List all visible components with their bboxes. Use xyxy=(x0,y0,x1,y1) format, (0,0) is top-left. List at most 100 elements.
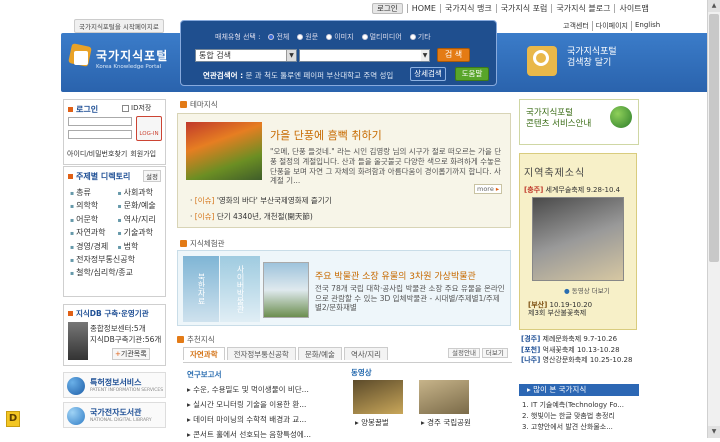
most-viewed-item[interactable]: 3. 고향안에서 발견 산화물소... xyxy=(522,422,624,433)
festival-item[interactable]: [나주] 영산강문화축제 10.25-10.28 xyxy=(521,355,632,366)
festival-image[interactable] xyxy=(532,197,624,281)
subjects-settings-button[interactable]: 설정 xyxy=(143,170,161,182)
password-field[interactable] xyxy=(68,130,132,139)
save-id-checkbox[interactable]: ID저장 xyxy=(122,103,151,113)
top-link-forum[interactable]: 국가지식 포럼 xyxy=(495,4,552,13)
theme-title[interactable]: 가을 단풍에 흠뻑 취하기 xyxy=(270,127,382,143)
patent-service-link[interactable]: 특허정보서비스 PATENT INFORMATION SERVICES xyxy=(63,372,166,398)
video-header: 동영상 xyxy=(351,368,372,377)
join-link[interactable]: 회원가입 xyxy=(130,149,156,159)
radio-image[interactable]: 이미지 xyxy=(326,32,354,42)
db-line-1: 종합정보센터:5개 xyxy=(90,324,146,333)
theme-more-button[interactable]: more ▸ xyxy=(474,184,503,194)
radio-off-icon xyxy=(361,34,368,40)
mypage-link[interactable]: 다이페이지 xyxy=(591,21,631,31)
db-institutions-box: 지식DB 구축·운영기관 종합정보센터:5개 지식DB구축기관:56개 +기관목… xyxy=(63,304,166,366)
top-link-blog[interactable]: 국가지식 블로그 xyxy=(551,4,614,13)
bookmark-icon[interactable]: D xyxy=(6,411,20,427)
customer-center-link[interactable]: 고객센터 xyxy=(560,21,592,31)
tab-egov-telecom[interactable]: 전자정부통신공학 xyxy=(226,347,296,360)
checkbox-icon xyxy=(122,104,129,112)
radio-etc[interactable]: 기타 xyxy=(409,32,431,42)
video-title-1[interactable]: ▸ 양봉꿀벌 xyxy=(355,417,389,428)
report-item[interactable]: ▸ 데이터 마이닝의 수학적 배경과 교... xyxy=(187,412,343,427)
search-button[interactable]: 검 색 xyxy=(437,48,470,62)
set-homepage-link[interactable]: 국가지식포털을 시작페이지로 xyxy=(74,19,164,33)
digital-library-link[interactable]: 국가전자도서관 NATIONAL DIGITAL LIBRARY xyxy=(63,402,166,428)
site-logo[interactable]: 국가지식포털 Korea Knowledge Portal xyxy=(68,43,176,79)
radio-all[interactable]: 전체 xyxy=(268,32,289,42)
related-keywords-text[interactable]: 문 과 척도 툴루엔 페이퍼 부산대학교 주역 성입 xyxy=(246,71,394,80)
recommend-content: 연구보고서 ▸ 수운, 수용밀도 및 먹이생물이 비단... ▸ 실시간 모니터… xyxy=(183,362,512,439)
id-field[interactable] xyxy=(68,117,132,126)
festival-item-busan[interactable]: [부산] 10.19-10.20 제3회 부산불꽃축제 xyxy=(528,301,592,317)
section-icon xyxy=(180,101,187,108)
experience-title[interactable]: 주요 박물관 소장 유물의 3차원 가상박물관 xyxy=(315,269,476,282)
radio-multimedia[interactable]: 멀티미디어 xyxy=(361,32,402,42)
report-item[interactable]: ▸ 수운, 수용밀도 및 먹이생물이 비단... xyxy=(187,382,343,397)
content-service-banner[interactable]: 국가지식포털 콘텐츠 서비스안내 xyxy=(519,99,639,145)
video-thumb-park[interactable] xyxy=(419,380,469,414)
top-link-sitemap[interactable]: 사이트맵 xyxy=(614,4,652,13)
search-input[interactable]: ▼ xyxy=(299,49,430,62)
report-item[interactable]: ▸ 콘서트 홀에서 선호되는 음향특성에... xyxy=(187,427,343,442)
logo-icon-inner xyxy=(74,51,88,65)
radio-original[interactable]: 원문 xyxy=(297,32,318,42)
museum-image[interactable] xyxy=(263,262,309,318)
subject-item[interactable]: 역사/지리 xyxy=(118,214,166,225)
north-korea-archive-thumb[interactable]: 북한자료 xyxy=(183,256,219,322)
festival-item-featured[interactable]: [충주] 세계무술축제 9.28-10.4 xyxy=(524,185,620,195)
most-viewed-item[interactable]: 2. 햇빛이는 한글 맞춤법 총정리 xyxy=(522,411,624,422)
tab-culture-arts[interactable]: 문화/예술 xyxy=(297,347,342,360)
top-link-home[interactable]: HOME xyxy=(406,4,440,13)
login-button[interactable]: LOG-IN xyxy=(136,116,162,141)
scroll-thumb[interactable] xyxy=(709,14,719,262)
theme-image[interactable] xyxy=(186,122,262,180)
theme-link-2[interactable]: · [이슈] 단기 4340년, 개천절(開天節) xyxy=(190,209,332,225)
subject-item[interactable]: 전자정부통신공학 xyxy=(70,254,165,265)
report-item[interactable]: ▸ 실시간 모니터링 기술을 이용한 환... xyxy=(187,397,343,412)
advanced-search-button[interactable]: 상세검색 xyxy=(410,67,446,81)
login-title: 로그인 xyxy=(76,105,99,114)
tab-natural-science[interactable]: 자연과학 xyxy=(183,347,225,360)
subject-item[interactable]: 자연과학 xyxy=(70,227,118,238)
festival-item[interactable]: [포천] 억새꽃축제 10.13-10.28 xyxy=(521,345,632,356)
tab-history-geo[interactable]: 역사/지리 xyxy=(343,347,389,360)
subject-item[interactable]: 문화/예술 xyxy=(118,200,166,211)
bullet-icon xyxy=(68,174,73,179)
subject-item[interactable]: 법학 xyxy=(118,241,166,252)
help-button[interactable]: 도움말 xyxy=(455,67,489,81)
video-thumb-bee[interactable] xyxy=(353,380,403,414)
festival-item[interactable]: [경주] 제례문화축제 9.7-10.26 xyxy=(521,334,632,345)
top-link-bank[interactable]: 국가지식 맹크 xyxy=(439,4,496,13)
recommend-settings-button[interactable]: 설정안내 xyxy=(448,348,480,358)
institution-list-button[interactable]: +기관목록 xyxy=(112,348,150,360)
festival-video-more[interactable]: ● 동영상 더보기 xyxy=(564,285,610,295)
english-link[interactable]: English xyxy=(630,21,663,31)
vertical-scrollbar[interactable]: ▲ ▼ xyxy=(707,0,720,438)
cyber-museum-thumb[interactable]: 사이버박물관 xyxy=(220,256,260,322)
radio-off-icon xyxy=(297,34,304,40)
find-id-link[interactable]: 아이디/비밀번호찾기 xyxy=(67,149,127,159)
video-title-2[interactable]: ▸ 경주 국립공원 xyxy=(421,417,471,428)
subject-item[interactable]: 사회과학 xyxy=(118,187,166,198)
most-viewed-item[interactable]: 1. IT 기술예측(Technology Fo... xyxy=(522,400,624,411)
scroll-up-icon[interactable]: ▲ xyxy=(708,0,720,12)
subject-item[interactable]: 총류 xyxy=(70,187,118,198)
search-widget-banner[interactable]: 국가지식포털 검색창 달기 xyxy=(519,44,689,80)
experience-section-title: 지식체험관 xyxy=(190,239,225,248)
scroll-down-icon[interactable]: ▼ xyxy=(708,426,720,438)
library-icon xyxy=(67,407,85,425)
login-link[interactable]: 로그인 xyxy=(372,3,403,14)
recommend-more-button[interactable]: 더보기 xyxy=(481,348,508,358)
subjects-title: 주제별 디렉토리 xyxy=(76,172,131,181)
subject-item[interactable]: 경영/경제 xyxy=(70,241,118,252)
subject-item[interactable]: 어문학 xyxy=(70,214,118,225)
subject-item[interactable]: 의학학 xyxy=(70,200,118,211)
festival-title: 지역축제소식 xyxy=(524,168,586,179)
globe-icon xyxy=(610,106,632,128)
search-scope-select[interactable]: 통합 검색 ▼ xyxy=(195,49,297,62)
subject-item[interactable]: 기술과학 xyxy=(118,227,166,238)
theme-link-1[interactable]: · [이슈] '영화의 바다' 부산국제영화제 즐기기 xyxy=(190,193,332,209)
subject-item[interactable]: 철학/심리학/종교 xyxy=(70,267,165,278)
